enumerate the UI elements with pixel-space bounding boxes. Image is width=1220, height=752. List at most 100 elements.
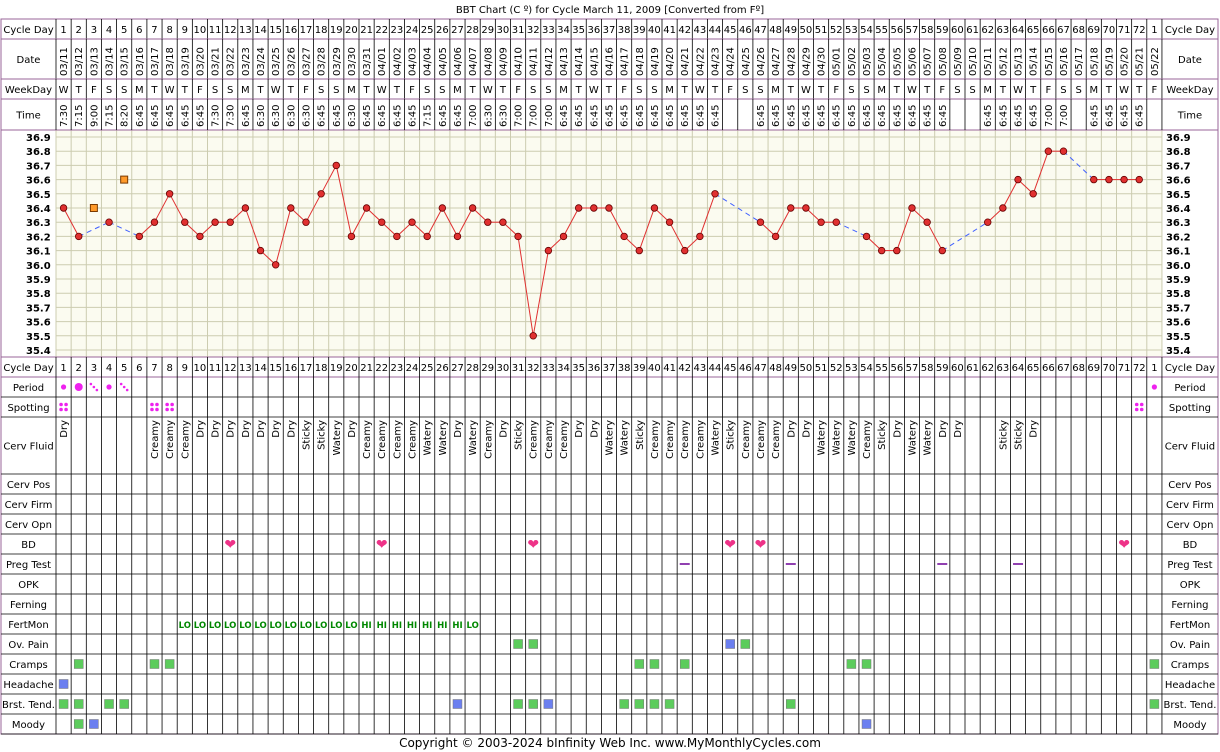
times-value: 6:45: [135, 105, 146, 127]
cycle-days-value: 23: [391, 25, 404, 36]
cycle-days-value: 69: [1087, 25, 1100, 36]
temp-point: [635, 246, 643, 255]
weekdays-value: S: [863, 85, 869, 96]
fertmon-value: LO: [285, 621, 297, 631]
cycle-days-value: 68: [1072, 25, 1085, 36]
dates-value: 05/12: [998, 47, 1009, 76]
times-value: 6:45: [665, 105, 676, 127]
times-value: 6:30: [271, 105, 282, 127]
weekdays-value: F: [515, 85, 521, 96]
cycle-days-lower-value: 67: [1057, 363, 1070, 374]
cycle-days-lower-value: 47: [754, 363, 767, 374]
times-value: 6:45: [877, 105, 888, 127]
spotting-mark: [165, 407, 169, 412]
weekdays-value: T: [363, 85, 371, 96]
cycle-days-lower-value: 16: [284, 363, 297, 374]
weekdays-value: W: [377, 85, 387, 96]
ov-pain-mark: [528, 639, 538, 649]
cycle-days-lower-value: 27: [451, 363, 464, 374]
moody-mark: [861, 719, 872, 729]
bbt-chart: BBT Chart (C º) for Cycle March 11, 2009…: [0, 5, 1219, 750]
y-tick-label-right: 36.3: [1166, 218, 1191, 229]
spotting-mark: [170, 402, 174, 407]
cerv-fluid-value: Creamy: [362, 420, 373, 459]
cycle-days-value: 45: [724, 25, 737, 36]
fertmon-value: HI: [392, 621, 402, 631]
weekdays-value: T: [1105, 85, 1113, 96]
dates-value: 05/09: [953, 47, 964, 76]
cerv-pos-label-left: Cerv Pos: [7, 480, 50, 491]
cycle-days-value: 51: [815, 25, 828, 36]
cerv-fluid-value: Sticky: [877, 420, 888, 450]
dates-value: 05/16: [1059, 47, 1070, 76]
cerv-fluid-value: Watery: [332, 420, 343, 456]
cycle-days-lower-value: 46: [739, 363, 752, 374]
cycle-days-lower-value: 14: [254, 363, 267, 374]
brst-tend-mark: [619, 699, 629, 709]
cycle-days-value: 20: [345, 25, 358, 36]
temp-point: [544, 246, 553, 255]
weekdays-value: F: [727, 85, 733, 96]
times-value: 6:45: [680, 105, 691, 127]
ov-pain-label-right: Ov. Pain: [1170, 640, 1210, 651]
cycle-days-value: 65: [1027, 25, 1040, 36]
times-value: 6:45: [1135, 105, 1146, 127]
times-value: 7:00: [514, 105, 525, 127]
times-value: 7:15: [74, 105, 85, 127]
spotting-mark: [155, 402, 159, 407]
cycle-days-lower-value: 13: [239, 363, 252, 374]
weekdays-value: T: [893, 85, 901, 96]
dates-value: 05/04: [877, 47, 888, 76]
moody-label-left: Moody: [12, 720, 45, 731]
dates-value: 03/23: [241, 47, 252, 76]
weekdays-value: M: [559, 85, 568, 96]
y-tick-label-right: 36.4: [1166, 204, 1191, 215]
cycle-days-value: 52: [830, 25, 843, 36]
cycle-days-value: 6: [136, 25, 142, 36]
brst-tend-mark: [104, 699, 114, 709]
cerv-firm-label-right: Cerv Firm: [1166, 500, 1214, 511]
dates-value: 03/21: [211, 47, 222, 76]
temp-point: [378, 218, 386, 226]
cycle-days-value: 53: [845, 25, 858, 36]
weekdays-value: S: [212, 85, 218, 96]
temp-point: [271, 261, 280, 269]
cycle-days-lower-value: 33: [542, 363, 555, 374]
cycle-days-value: 32: [527, 25, 540, 36]
cycle-days-lower-value: 15: [269, 363, 282, 374]
dates-value: 03/26: [286, 47, 297, 76]
temp-point: [665, 218, 674, 226]
weekdays-value: M: [665, 85, 674, 96]
temp-point: [181, 218, 189, 226]
temp-point: [862, 232, 871, 241]
headache-mark: [58, 679, 69, 689]
cerv-fluid-value: Dry: [938, 420, 949, 438]
temp-point: [393, 232, 401, 241]
temp-point: [226, 218, 234, 226]
cerv-fluid-value: Watery: [438, 420, 449, 456]
cerv-fluid-value: Creamy: [392, 420, 403, 459]
times-value: 6:45: [711, 105, 722, 127]
times-value: 6:45: [150, 105, 161, 127]
cerv-fluid-value: Dry: [286, 420, 297, 438]
cerv-fluid-value: Watery: [604, 420, 615, 456]
cycle-days-lower-value: 35: [572, 363, 585, 374]
cycle-days-value: 64: [1012, 25, 1025, 36]
weekdays-value: T: [999, 85, 1007, 96]
cycle-days-lower-value: 58: [921, 363, 934, 374]
dates-value: 04/22: [695, 47, 706, 76]
cerv-fluid-value: Sticky: [514, 420, 525, 450]
brst-tend-mark: [452, 699, 463, 709]
weekdays-value: M: [771, 85, 780, 96]
dates-value: 03/31: [362, 47, 373, 76]
times-label-left: Time: [15, 111, 40, 122]
times-value: 6:30: [483, 105, 494, 127]
cycle-days-lower-value: 42: [678, 363, 691, 374]
spotting-mark: [165, 402, 169, 407]
times-value: 6:45: [771, 105, 782, 127]
cerv-fluid-value: Creamy: [483, 420, 494, 459]
cycle-days-value: 38: [618, 25, 631, 36]
brst-tend-mark: [634, 699, 645, 709]
cerv-fluid-value: Creamy: [180, 420, 191, 459]
dates-value: 04/07: [468, 47, 479, 76]
